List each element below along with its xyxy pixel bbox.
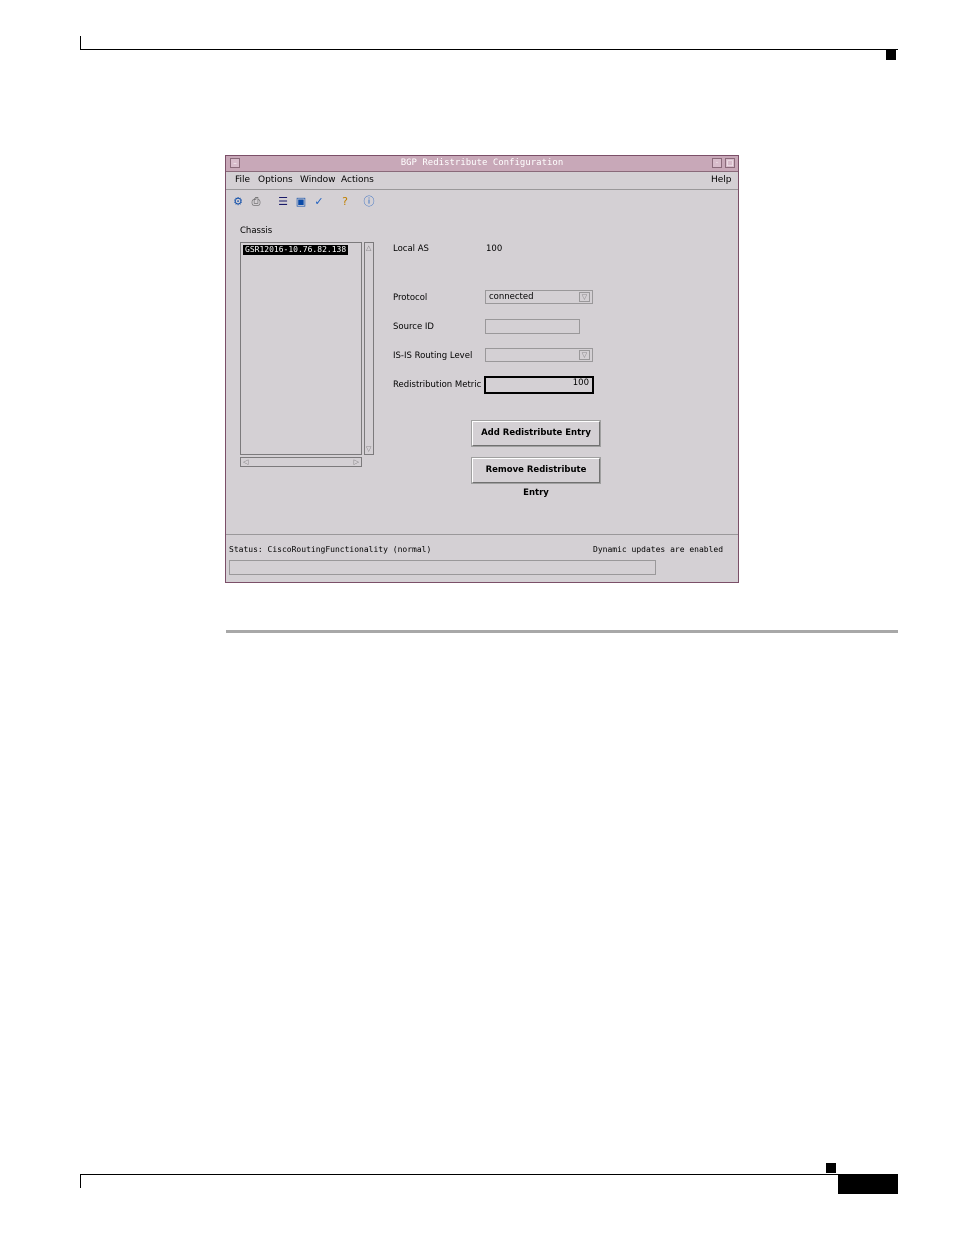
- check-icon[interactable]: ✓: [311, 194, 327, 210]
- page-footer-rule: [80, 1174, 898, 1175]
- menu-options[interactable]: Options: [258, 175, 293, 185]
- source-id-field[interactable]: [485, 319, 580, 334]
- title-bar[interactable]: – BGP Redistribute Configuration · □: [226, 156, 738, 172]
- add-redistribute-entry-button[interactable]: Add Redistribute Entry: [471, 420, 601, 447]
- menu-help[interactable]: Help: [711, 175, 732, 185]
- monitor-icon[interactable]: ▣: [293, 194, 309, 210]
- page-footer-marker: [826, 1163, 836, 1173]
- protocol-select[interactable]: connected ▽: [485, 290, 593, 304]
- local-as-value: 100: [486, 244, 503, 254]
- scroll-up-icon[interactable]: △: [366, 244, 371, 252]
- menu-bar: File Options Window Actions Help: [226, 172, 738, 190]
- menu-actions[interactable]: Actions: [341, 175, 374, 185]
- scroll-left-icon[interactable]: ◁: [243, 458, 248, 466]
- scroll-right-icon[interactable]: ▷: [354, 458, 359, 466]
- print-icon[interactable]: ⎙: [248, 194, 264, 210]
- status-text: Status: CiscoRoutingFunctionality (norma…: [229, 545, 432, 554]
- chassis-vertical-scrollbar[interactable]: △ ▽: [364, 242, 374, 455]
- dynamic-updates-text: Dynamic updates are enabled: [593, 545, 724, 554]
- section-rule: [226, 630, 898, 633]
- maximize-icon[interactable]: □: [725, 158, 735, 168]
- page-header-marker: [886, 50, 896, 60]
- window-title: BGP Redistribute Configuration: [400, 158, 564, 168]
- chassis-list[interactable]: GSR12016-10.76.82.138: [240, 242, 362, 455]
- chassis-label: Chassis: [240, 226, 273, 236]
- status-message-field: [229, 560, 656, 575]
- info-icon[interactable]: ⓘ: [361, 194, 377, 210]
- dropdown-arrow-icon[interactable]: ▽: [579, 350, 590, 360]
- page-number-tab: [838, 1175, 898, 1194]
- protocol-label: Protocol: [393, 293, 428, 303]
- page-header-rule: [80, 49, 898, 50]
- dropdown-arrow-icon[interactable]: ▽: [579, 292, 590, 302]
- isis-routing-level-select[interactable]: ▽: [485, 348, 593, 362]
- remove-redistribute-entry-button[interactable]: Remove Redistribute Entry: [471, 457, 601, 498]
- chassis-horizontal-scrollbar[interactable]: ◁ ▷: [240, 457, 362, 467]
- scroll-down-icon[interactable]: ▽: [366, 445, 371, 453]
- menu-file[interactable]: File: [235, 175, 250, 185]
- list-icon[interactable]: ☰: [275, 194, 291, 210]
- minimize-icon[interactable]: ·: [712, 158, 722, 168]
- help-icon[interactable]: ?: [337, 194, 353, 210]
- list-item[interactable]: GSR12016-10.76.82.138: [243, 245, 349, 255]
- run-icon[interactable]: ⚙: [230, 194, 246, 210]
- isis-routing-level-label: IS-IS Routing Level: [393, 351, 473, 361]
- local-as-label: Local AS: [393, 244, 429, 254]
- page-footer-tick: [80, 1174, 81, 1188]
- bgp-redistribute-window: – BGP Redistribute Configuration · □ Fil…: [225, 155, 739, 583]
- redistribution-metric-field[interactable]: 100: [484, 376, 594, 394]
- page-header-tick: [80, 36, 81, 50]
- redistribution-metric-label: Redistribution Metric: [393, 380, 482, 390]
- status-bar: Status: CiscoRoutingFunctionality (norma…: [226, 534, 738, 582]
- source-id-label: Source ID: [393, 322, 434, 332]
- toolbar: ⚙ ⎙ ☰ ▣ ✓ ? ⓘ: [226, 192, 738, 212]
- menu-window[interactable]: Window: [300, 175, 336, 185]
- protocol-value: connected: [489, 292, 534, 302]
